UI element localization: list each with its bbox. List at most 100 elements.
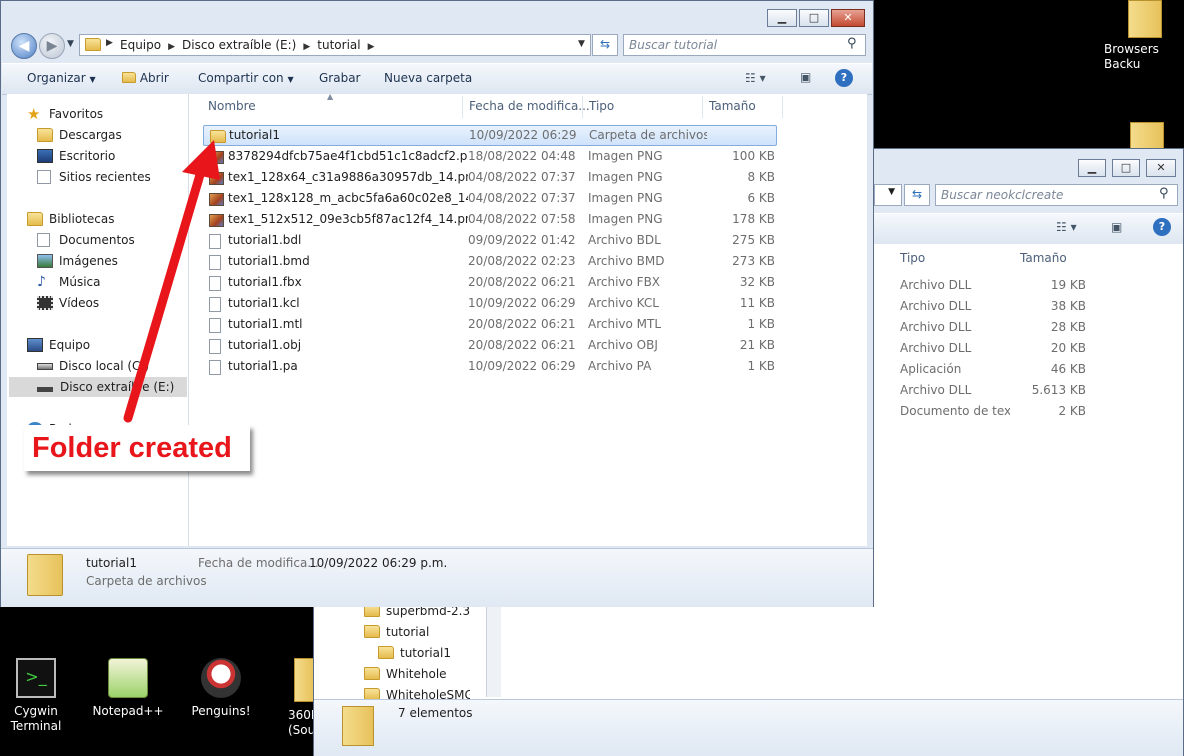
cygwin-terminal-icon: >_ [16, 658, 56, 698]
desktop-icon-360e[interactable]: 360E (Sou [270, 658, 314, 740]
file-row[interactable]: tutorial1.kcl 10/09/2022 06:29 ... Archivo… [203, 293, 777, 314]
tree-item[interactable]: tutorial1 [378, 643, 470, 664]
chevron-down-icon: ▼ [287, 75, 294, 84]
file-row[interactable]: Aplicación 46 KB [874, 359, 1094, 380]
desktop-icon-browsers[interactable]: Browsers Backu [1104, 0, 1184, 72]
annotation-arrow [123, 140, 220, 423]
file-size: 2 KB [1058, 404, 1086, 418]
file-row[interactable]: Archivo DLL 38 KB [874, 296, 1094, 317]
burn-button[interactable]: Grabar [319, 71, 361, 85]
file-type: Archivo MTL [588, 317, 662, 331]
file-type: Archivo DLL [900, 383, 972, 397]
tree-item-label: Whitehole [386, 667, 447, 681]
file-date: 20/08/2022 06:21 ... [468, 317, 580, 331]
desktop-icon-label: 360E (Sou [288, 708, 314, 737]
chevron-right-icon[interactable]: ▶ [303, 42, 310, 52]
file-date: 04/08/2022 07:37 ... [468, 170, 580, 184]
file-size: 273 KB [732, 254, 775, 268]
column-header-size[interactable]: Tamaño [709, 94, 756, 118]
file-row[interactable]: Archivo DLL 20 KB [874, 338, 1094, 359]
file-name: tex1_128x128_m_acbc5fa6a60c02e8_14_m... [228, 191, 468, 205]
column-header-size[interactable]: Tamaño [1020, 246, 1067, 270]
search-icon: ⚲ [1159, 186, 1169, 201]
selected-item-kind: Carpeta de archivos [86, 574, 207, 588]
search-input[interactable]: Buscar neokclcreate [935, 184, 1178, 206]
file-row[interactable]: Archivo DLL 19 KB [874, 275, 1094, 296]
file-row[interactable]: tutorial1.obj 20/08/2022 06:21 ... Archivo… [203, 335, 777, 356]
file-type: Archivo PA [588, 359, 652, 373]
maximize-button[interactable]: □ [799, 9, 829, 27]
new-folder-button[interactable]: Nueva carpeta [384, 71, 472, 85]
file-size: 19 KB [1050, 278, 1086, 292]
notepad-plus-plus-icon [108, 658, 148, 698]
file-row[interactable]: tutorial1 10/09/2022 06:29 ... Carpeta de … [203, 125, 777, 146]
file-type: Archivo DLL [900, 320, 972, 334]
file-row[interactable]: tutorial1.fbx 20/08/2022 06:21 ... Archivo… [203, 272, 777, 293]
file-row[interactable]: tex1_128x128_m_acbc5fa6a60c02e8_14_m...0… [203, 188, 777, 209]
breadcrumb-segment[interactable]: tutorial [317, 38, 360, 52]
chevron-down-icon[interactable]: ▼ [578, 39, 585, 49]
chevron-down-icon: ▼ [888, 187, 895, 197]
close-button[interactable]: ✕ [831, 9, 865, 27]
help-icon[interactable]: ? [1153, 218, 1171, 236]
desktop-icon-notepadpp[interactable]: Notepad++ [88, 658, 168, 719]
file-name: tutorial1.bmd [228, 254, 310, 268]
desktop-icon-penguins[interactable]: Penguins! [181, 658, 261, 719]
file-date: 18/08/2022 04:48 a... [468, 149, 580, 163]
file-name: tutorial1.mtl [228, 317, 303, 331]
file-row[interactable]: Documento de tex... 2 KB [874, 401, 1094, 422]
desktop-icon-label: Notepad++ [92, 704, 164, 718]
file-row[interactable]: tutorial1.mtl 20/08/2022 06:21 ... Archivo… [203, 314, 777, 335]
scrollbar[interactable] [486, 601, 501, 697]
file-row[interactable]: tutorial1.pa 10/09/2022 06:29 ... Archivo … [203, 356, 777, 377]
date-label: Fecha de modifica... [198, 556, 319, 570]
tree-item[interactable]: tutorial [364, 622, 470, 643]
file-type: Imagen PNG [588, 170, 663, 184]
preview-pane-icon[interactable]: ▣ [1111, 220, 1122, 234]
view-options-icon[interactable]: ☷ ▾ [745, 71, 766, 85]
file-row[interactable]: tutorial1.bdl 09/09/2022 01:42 ... Archivo… [203, 230, 777, 251]
close-button[interactable]: ✕ [1146, 159, 1176, 177]
file-date: 04/08/2022 07:37 ... [468, 191, 580, 205]
file-name: tutorial1.kcl [228, 296, 300, 310]
file-row[interactable]: tutorial1.bmd 20/08/2022 02:23 ... Archivo… [203, 251, 777, 272]
maximize-button[interactable]: □ [1112, 159, 1140, 177]
minimize-button[interactable]: ▁ [767, 9, 797, 27]
annotation-text: Folder created [32, 432, 232, 464]
file-date: 20/08/2022 06:21 ... [468, 338, 580, 352]
file-name: tex1_128x64_c31a9886a30957db_14.png [228, 170, 468, 184]
file-type: Carpeta de archivos [589, 128, 707, 142]
help-icon[interactable]: ? [835, 69, 853, 87]
preview-pane-icon[interactable]: ▣ [800, 70, 811, 84]
column-header-type[interactable]: Tipo [900, 246, 925, 270]
folder-icon [27, 554, 63, 596]
file-type: Archivo BMD [588, 254, 665, 268]
desktop-icon-cygwin[interactable]: >_ Cygwin Terminal [0, 658, 76, 734]
tree-item-label: tutorial [386, 625, 430, 639]
view-options-icon[interactable]: ☷ ▾ [1056, 220, 1077, 234]
chevron-right-icon[interactable]: ▶ [368, 42, 375, 52]
file-row[interactable]: tex1_128x64_c31a9886a30957db_14.png 04/08… [203, 167, 777, 188]
desktop-icon-label: Browsers Backu [1104, 42, 1159, 71]
refresh-button[interactable]: ⇆ [904, 184, 930, 206]
file-row[interactable]: Archivo DLL 5.613 KB [874, 380, 1094, 401]
details-pane: 7 elementos [314, 699, 1183, 756]
folder-icon [364, 667, 380, 680]
tree-item[interactable]: Whitehole [364, 664, 470, 685]
file-name: tutorial1.pa [228, 359, 298, 373]
file-row[interactable]: 8378294dfcb75ae4f1cbd51c1c8adcf2.png 18/0… [203, 146, 777, 167]
column-header-date[interactable]: Fecha de modifica... [469, 94, 590, 118]
file-row[interactable]: Archivo DLL 28 KB [874, 317, 1094, 338]
refresh-button[interactable]: ⇆ [592, 34, 618, 56]
file-row[interactable]: tex1_512x512_09e3cb5f87ac12f4_14.png 04/0… [203, 209, 777, 230]
address-bar[interactable]: ▼ [874, 184, 902, 206]
penguins-icon [201, 658, 241, 698]
column-header-type[interactable]: Tipo [589, 94, 614, 118]
file-size: 1 KB [747, 317, 775, 331]
search-input[interactable]: Buscar tutorial [623, 34, 866, 56]
file-size: 5.613 KB [1031, 383, 1086, 397]
minimize-button[interactable]: ▁ [1078, 159, 1106, 177]
file-type: Archivo KCL [588, 296, 659, 310]
search-icon: ⚲ [847, 36, 857, 51]
file-size: 38 KB [1050, 299, 1086, 313]
